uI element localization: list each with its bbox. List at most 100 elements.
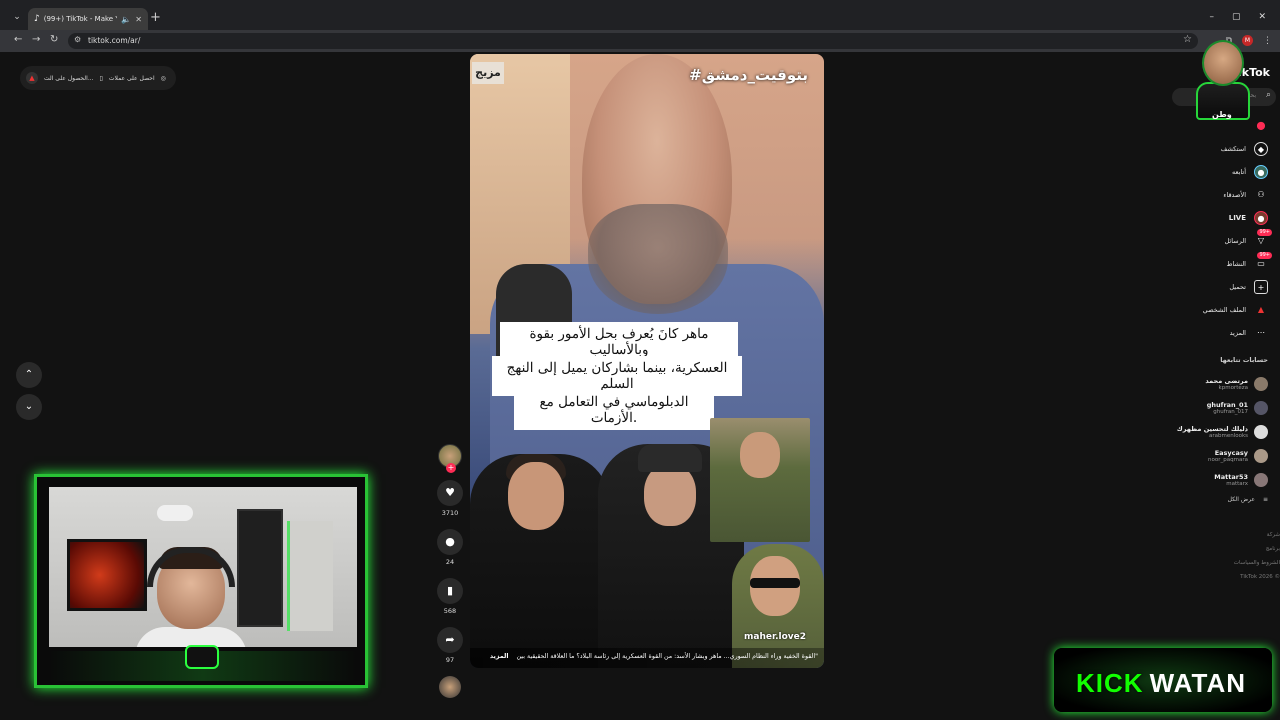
bookmark-star-icon[interactable]: ☆ xyxy=(1183,34,1192,45)
search-icon[interactable]: ⌕ xyxy=(1266,90,1271,100)
nav-friends[interactable]: الأصدقاء ⚇ xyxy=(1168,183,1268,206)
browser-menu-icon[interactable]: ⋮ xyxy=(1263,36,1272,46)
wall-cloud-lamp xyxy=(157,505,193,521)
home-icon: ⬤ xyxy=(1256,120,1266,130)
nav-activity[interactable]: النشاط ▭ 99+ xyxy=(1168,251,1272,275)
share-count: 97 xyxy=(445,656,455,664)
address-bar[interactable]: ⚙ tiktok.com/ar/ ☆ xyxy=(68,33,1198,49)
new-tab-button[interactable]: + xyxy=(150,11,161,25)
following-heading: حسابات تتابعها xyxy=(1220,356,1268,364)
see-all-label: عرض الكل xyxy=(1227,496,1255,503)
compass-icon: ◆ xyxy=(1254,141,1268,156)
tab-search-button[interactable]: ⌄ xyxy=(10,10,24,24)
forward-icon[interactable]: → xyxy=(32,34,40,45)
like-count: 3710 xyxy=(441,509,459,517)
nav-more[interactable]: المزيد ⋯ xyxy=(1168,321,1268,344)
account-name: Mattar53 xyxy=(1214,473,1248,481)
comment-icon[interactable]: ● xyxy=(437,529,463,555)
share-icon[interactable]: ➦ xyxy=(437,627,463,653)
webcam-feed xyxy=(49,487,357,647)
browser-tab-strip: ⌄ ♪ (99+) TikTok - Make Your D 🔈 ✕ + – ▢… xyxy=(0,0,1280,30)
site-info-icon[interactable]: ⚙ xyxy=(74,35,81,44)
reload-icon[interactable]: ↻ xyxy=(50,34,58,45)
creator-avatar[interactable]: + xyxy=(438,444,462,473)
nav-live[interactable]: LIVE ● xyxy=(1168,206,1268,229)
account-name: دليلك لتحسين مظهرك xyxy=(1176,425,1248,433)
browser-tab[interactable]: ♪ (99+) TikTok - Make Your D 🔈 ✕ xyxy=(28,8,148,30)
footer-link[interactable]: برنامج xyxy=(1220,542,1280,556)
profile-icon: ▲ xyxy=(1257,304,1265,314)
account-handle: kpmorteza xyxy=(1218,385,1248,391)
nav-messages[interactable]: الرسائل ▽ 99+ xyxy=(1168,228,1272,252)
back-icon[interactable]: ← xyxy=(14,34,22,45)
bookmark-icon[interactable]: ▮ xyxy=(437,578,463,604)
window-controls: – ▢ ✕ xyxy=(1209,12,1266,22)
account-handle: noor_paqmara xyxy=(1208,457,1248,463)
account-name: ghufran_01 xyxy=(1206,401,1248,409)
account-item[interactable]: Easycasy noor_paqmara xyxy=(1158,444,1268,468)
minimize-icon[interactable]: – xyxy=(1209,12,1214,22)
activity-badge: 99+ xyxy=(1257,251,1272,259)
next-video-button[interactable]: ⌄ xyxy=(16,394,42,420)
heart-icon[interactable]: ♥ xyxy=(437,480,463,506)
account-handle: mattarx xyxy=(1226,481,1248,487)
nav-following-label: أتابعه xyxy=(1231,167,1246,176)
share-action[interactable]: ➦ 97 xyxy=(436,627,464,664)
browser-toolbar: ← → ↻ ⚙ tiktok.com/ar/ ☆ ⧉ M ⋮ xyxy=(0,30,1280,52)
webcam-overlay xyxy=(34,474,368,688)
sidebar-footer: شركة برنامج الشروط والسياسات TikTok 2026… xyxy=(1220,528,1280,584)
upload-icon: + xyxy=(1254,279,1268,294)
background-wall xyxy=(287,521,333,631)
tiktok-favicon-icon: ♪ xyxy=(34,14,40,24)
video-player[interactable]: مزيج #بتوقيت_دمشق ماهر كانَ يُعرف بحل ال… xyxy=(470,54,824,668)
nav-upload[interactable]: تحميل + xyxy=(1168,275,1268,298)
account-item[interactable]: مرتضى محمد kpmorteza xyxy=(1158,372,1268,396)
account-avatar xyxy=(1254,377,1268,391)
follow-plus-icon[interactable]: + xyxy=(446,463,456,473)
account-avatar xyxy=(1254,449,1268,463)
get-app-link[interactable]: الحصول على الت... xyxy=(44,75,94,82)
video-description-text: "القوة الخفية وراء النظام السوري... ماهر… xyxy=(516,653,818,660)
footer-link[interactable]: الشروط والسياسات xyxy=(1220,556,1280,570)
activity-icon: ▭ 99+ xyxy=(1257,251,1272,268)
figure-left xyxy=(470,454,610,668)
video-hashtag: #بتوقيت_دمشق xyxy=(689,66,808,84)
more-link[interactable]: المزيد xyxy=(490,653,509,660)
close-window-icon[interactable]: ✕ xyxy=(1258,12,1266,22)
account-avatar xyxy=(1254,473,1268,487)
action-rail: + ♥ 3710 ● 24 ▮ 568 ➦ 97 xyxy=(436,444,464,698)
close-tab-icon[interactable]: ✕ xyxy=(135,15,142,24)
nav-following[interactable]: أتابعه ● xyxy=(1168,160,1268,183)
account-item[interactable]: ghufran_01 ghufran_017 xyxy=(1158,396,1268,420)
see-all-link[interactable]: عرض الكل ≡ xyxy=(1228,496,1268,503)
speaker-icon[interactable]: 🔈 xyxy=(121,15,131,24)
footer-link[interactable]: شركة xyxy=(1220,528,1280,542)
following-icon: ● xyxy=(1254,164,1268,179)
nav-profile[interactable]: الملف الشخصي ▲ xyxy=(1168,298,1268,321)
account-item[interactable]: Mattar53 mattarx xyxy=(1158,468,1268,492)
tab-title: (99+) TikTok - Make Your D xyxy=(43,15,118,23)
maximize-icon[interactable]: ▢ xyxy=(1232,12,1241,22)
music-disc-icon[interactable] xyxy=(439,676,461,698)
webcam-logo-icon xyxy=(185,645,219,669)
kick-banner-text: KICK WATAN xyxy=(1076,668,1246,699)
nav-more-label: المزيد xyxy=(1229,328,1246,337)
screen: ⌄ ♪ (99+) TikTok - Make Your D 🔈 ✕ + – ▢… xyxy=(0,0,1280,720)
video-author-handle[interactable]: maher.love2 xyxy=(744,632,806,642)
streamer-avatar-overlay: وطن xyxy=(1192,36,1256,126)
account-avatar xyxy=(1254,401,1268,415)
comment-count: 24 xyxy=(445,558,455,566)
tiktok-app-icon[interactable]: ▲ xyxy=(26,72,38,84)
friends-icon: ⚇ xyxy=(1257,189,1265,199)
get-coins-link[interactable]: احصل على عملات xyxy=(109,75,155,82)
nav-explore[interactable]: استكشف ◆ xyxy=(1168,137,1268,160)
previous-video-button[interactable]: ⌃ xyxy=(16,362,42,388)
avatar-badge-text: وطن xyxy=(1212,110,1232,119)
like-action[interactable]: ♥ 3710 xyxy=(436,480,464,517)
comment-action[interactable]: ● 24 xyxy=(436,529,464,566)
account-item[interactable]: دليلك لتحسين مظهرك arabmenlooks xyxy=(1158,420,1268,444)
save-action[interactable]: ▮ 568 xyxy=(436,578,464,615)
watan-word: WATAN xyxy=(1149,668,1247,698)
video-description: "القوة الخفية وراء النظام السوري... ماهر… xyxy=(470,648,824,668)
caption-line-3: الدبلوماسي في التعامل مع الأزمات. xyxy=(514,390,714,430)
